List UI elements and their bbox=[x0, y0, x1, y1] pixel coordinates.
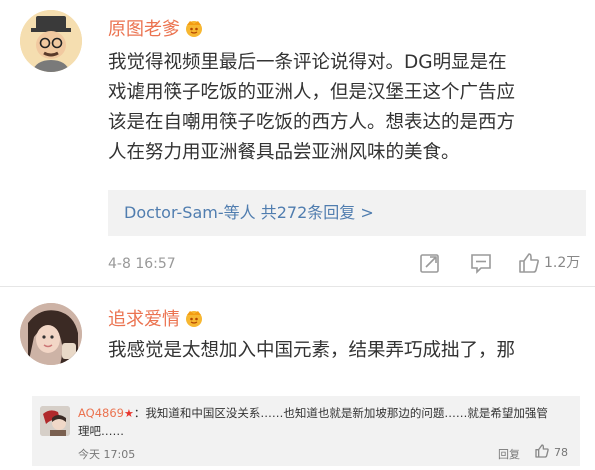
comment-1-username-text[interactable]: 原图老爹 bbox=[108, 19, 180, 40]
vip-badge-icon bbox=[184, 308, 204, 328]
reply-nick[interactable]: AQ4869 bbox=[78, 406, 124, 420]
reply-like-button[interactable]: 78 bbox=[534, 443, 578, 461]
reply-line-1: AQ4869★：我知道和中国区没关系……也知道也就是新加坡那边的问题……就是希望… bbox=[78, 405, 548, 422]
star-icon: ★ bbox=[123, 407, 134, 420]
comment-1-line: 人在努力用亚洲餐具品尝亚洲风味的美食。 bbox=[108, 142, 460, 163]
share-icon[interactable] bbox=[419, 252, 441, 274]
like-button[interactable]: 1.2万 bbox=[517, 251, 589, 275]
reply-like-icon[interactable] bbox=[534, 443, 550, 463]
comment-1-username[interactable]: 原图老爹 bbox=[108, 18, 204, 41]
reply-text-1: ：我知道和中国区没关系……也知道也就是新加坡那边的问题……就是希望加强管 bbox=[133, 406, 548, 420]
avatar-user-2[interactable] bbox=[20, 303, 82, 365]
vip-badge-icon bbox=[184, 18, 204, 38]
reply-time: 今天 17:05 bbox=[78, 448, 136, 461]
reply-box: AQ4869★：我知道和中国区没关系……也知道也就是新加坡那边的问题……就是希望… bbox=[32, 396, 580, 466]
comment-1-line: 该是在自嘲用筷子吃饭的西方人。想表达的是西方 bbox=[108, 112, 516, 133]
comment-1-timestamp: 4-8 16:57 bbox=[108, 256, 176, 272]
comment-icon[interactable] bbox=[470, 252, 492, 274]
comment-2-username-text[interactable]: 追求爱情 bbox=[108, 309, 180, 330]
reply-text-2: 理吧…… bbox=[78, 424, 124, 438]
like-icon[interactable] bbox=[517, 251, 541, 279]
comment-1-text: 我觉得视频里最后一条评论说得对。DG明显是在 戏谑用筷子吃饭的亚洲人，但是汉堡王… bbox=[108, 48, 588, 168]
reply-like-count: 78 bbox=[554, 446, 568, 459]
reply-button[interactable]: 回复 bbox=[498, 446, 520, 462]
avatar-user-3[interactable] bbox=[40, 406, 70, 436]
comment-1-line: 戏谑用筷子吃饭的亚洲人，但是汉堡王这个广告应 bbox=[108, 82, 516, 103]
replies-link[interactable]: Doctor-Sam-等人 共272条回复 > bbox=[124, 203, 374, 223]
comment-2-text: 我感觉是太想加入中国元素，结果弄巧成拙了，那 bbox=[108, 340, 516, 361]
comment-1-line: 我觉得视频里最后一条评论说得对。DG明显是在 bbox=[108, 52, 507, 73]
like-count: 1.2万 bbox=[544, 255, 581, 271]
divider bbox=[0, 286, 595, 287]
comment-2-username[interactable]: 追求爱情 bbox=[108, 308, 204, 331]
avatar-user-1[interactable] bbox=[20, 10, 82, 72]
replies-preview[interactable]: Doctor-Sam-等人 共272条回复 > bbox=[108, 190, 586, 236]
